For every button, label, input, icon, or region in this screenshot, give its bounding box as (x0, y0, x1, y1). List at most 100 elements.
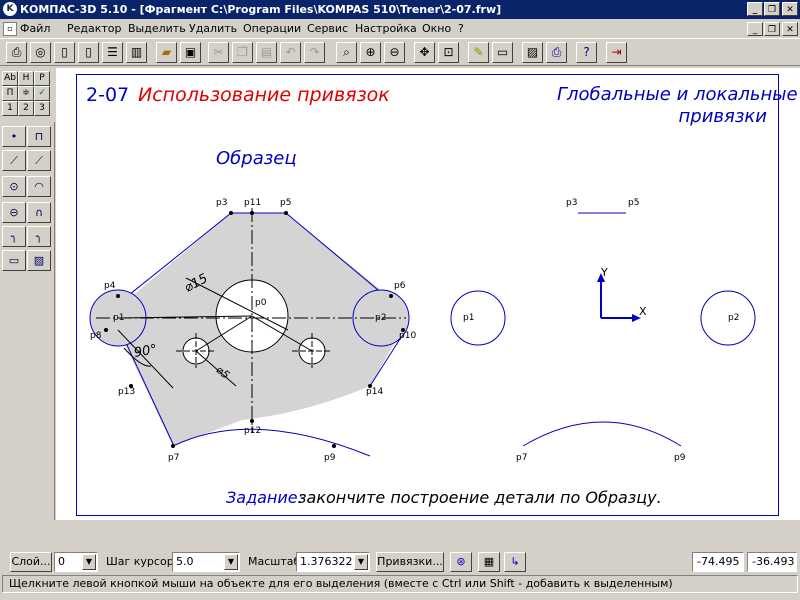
point-p8 (104, 328, 108, 332)
segment-icon[interactable]: ⟋ (2, 150, 26, 171)
menu-select[interactable]: Выделить (128, 21, 186, 36)
menu-delete[interactable]: Удалить (189, 21, 237, 36)
window-title: КОМПАС-3D 5.10 - [Фрагмент C:\Program Fi… (20, 3, 502, 16)
local-cs-icon[interactable]: ↳ (504, 552, 526, 572)
new-fragment-icon[interactable]: ◎ (30, 42, 51, 63)
new-assembly-icon[interactable]: ▥ (126, 42, 147, 63)
label-p4: p4 (104, 281, 116, 291)
ellipse-icon[interactable]: ⊖ (2, 202, 26, 223)
layer-button[interactable]: Слой... (10, 552, 52, 572)
point-p11 (250, 211, 254, 215)
minimize-button[interactable]: _ (747, 2, 763, 16)
step-select[interactable]: 5.0 ▼ (172, 552, 240, 572)
restore-button[interactable]: ❐ (764, 2, 780, 16)
page-2-button[interactable]: 2 (18, 101, 34, 116)
geometry-panel: • ⊓ ⟋ ⟋ ⊙ ◠ ⊖ ∩ ╮ ╮ ▭ ▨ (0, 122, 55, 520)
print-icon[interactable]: ⎙ (546, 42, 567, 63)
label-p7: p7 (168, 453, 180, 463)
menu-edit[interactable]: Редактор (67, 21, 122, 36)
doc-close-button[interactable]: ✕ (782, 22, 798, 36)
point-p9 (332, 444, 336, 448)
label-p8: p8 (90, 331, 102, 341)
arc-icon[interactable]: ◠ (27, 176, 51, 197)
redo-icon[interactable]: ↷ (304, 42, 325, 63)
segment-2-icon[interactable]: ⟋ (27, 150, 51, 171)
measure-tool-button[interactable]: ≑ (18, 86, 34, 101)
new-spec-icon[interactable]: ▯ (78, 42, 99, 63)
menu-help[interactable]: ? (458, 21, 464, 36)
copy-icon[interactable]: ❐ (232, 42, 253, 63)
label-right-p2: p2 (728, 313, 740, 323)
document-icon[interactable]: ▫ (3, 22, 17, 36)
save-icon[interactable]: ▣ (180, 42, 201, 63)
exit-icon[interactable]: ⇥ (606, 42, 627, 63)
zoom-in-icon[interactable]: ⊕ (360, 42, 381, 63)
edit-tool-button[interactable]: П (2, 86, 18, 101)
layers-icon[interactable]: ▭ (492, 42, 513, 63)
print-preview-icon[interactable]: ▨ (522, 42, 543, 63)
doc-restore-button[interactable]: ❐ (764, 22, 780, 36)
drawing-canvas[interactable]: 2-07 Использование привязок Глобальные и… (56, 68, 800, 520)
point-p5 (284, 211, 288, 215)
compact-panel: Ab H P П ≑ ✓ 1 2 3 (0, 68, 54, 118)
pan-icon[interactable]: ✥ (414, 42, 435, 63)
hatch-icon[interactable]: ▨ (27, 250, 51, 271)
snaps-button[interactable]: Привязки... (376, 552, 444, 572)
scale-select[interactable]: 1.376322 ▼ (296, 552, 370, 572)
menu-file[interactable]: Файл (20, 21, 50, 36)
redraw-icon[interactable]: ✎ (468, 42, 489, 63)
label-right-p9: p9 (674, 453, 686, 463)
chevron-down-icon[interactable]: ▼ (224, 554, 238, 570)
cut-icon[interactable]: ✂ (208, 42, 229, 63)
layer-value: 0 (58, 555, 65, 568)
fillet-icon[interactable]: ╮ (2, 226, 26, 247)
point-p3 (229, 211, 233, 215)
chamfer-icon[interactable]: ╮ (27, 226, 51, 247)
point-icon[interactable]: • (2, 126, 26, 147)
text-tool-button[interactable]: Ab (2, 71, 18, 86)
label-p5: p5 (280, 198, 292, 208)
help-pointer-icon[interactable]: ? (576, 42, 597, 63)
axis-x-label: X (639, 305, 647, 318)
label-right-p3: p3 (566, 198, 578, 208)
chevron-down-icon[interactable]: ▼ (82, 554, 96, 570)
snap-settings-icon[interactable]: ⊛ (450, 552, 472, 572)
menu-service[interactable]: Сервис (307, 21, 348, 36)
zoom-out-icon[interactable]: ⊖ (384, 42, 405, 63)
page-1-button[interactable]: 1 (2, 101, 18, 116)
param-tool-button[interactable]: P (34, 71, 50, 86)
auxiliary-line-icon[interactable]: ⊓ (27, 126, 51, 147)
menu-window[interactable]: Окно (422, 21, 451, 36)
label-right-p1: p1 (463, 313, 475, 323)
show-all-icon[interactable]: ⊡ (438, 42, 459, 63)
zoom-icon[interactable]: ⌕ (336, 42, 357, 63)
paste-icon[interactable]: ▤ (256, 42, 277, 63)
chevron-down-icon[interactable]: ▼ (354, 554, 368, 570)
rectangle-icon[interactable]: ▭ (2, 250, 26, 271)
point-p6 (389, 294, 393, 298)
new-sheet-icon[interactable]: ▯ (54, 42, 75, 63)
point-p4 (116, 294, 120, 298)
title-bar: K КОМПАС-3D 5.10 - [Фрагмент C:\Program … (0, 0, 800, 19)
label-p9: p9 (324, 453, 336, 463)
undo-icon[interactable]: ↶ (280, 42, 301, 63)
dimension-tool-button[interactable]: H (18, 71, 34, 86)
exercise-circle-p1 (450, 290, 506, 346)
coord-x-field: -74.495 (692, 552, 744, 572)
menu-operations[interactable]: Операции (243, 21, 301, 36)
menu-settings[interactable]: Настройка (355, 21, 417, 36)
page-3-button[interactable]: 3 (34, 101, 50, 116)
kompas-logo-icon: K (3, 2, 17, 16)
new-document-icon[interactable]: ⎙ (6, 42, 27, 63)
grid-icon[interactable]: ▦ (478, 552, 500, 572)
close-button[interactable]: ✕ (782, 2, 798, 16)
doc-minimize-button[interactable]: _ (747, 22, 763, 36)
circle-icon[interactable]: ⊙ (2, 176, 26, 197)
scale-value: 1.376322 (300, 555, 353, 568)
open-icon[interactable]: ▰ (156, 42, 177, 63)
spline-icon[interactable]: ∩ (27, 202, 51, 223)
task-text: закончите построение детали по Образцу. (298, 488, 662, 507)
new-text-icon[interactable]: ☰ (102, 42, 123, 63)
layer-select[interactable]: 0 ▼ (54, 552, 98, 572)
check-tool-button[interactable]: ✓ (34, 86, 50, 101)
